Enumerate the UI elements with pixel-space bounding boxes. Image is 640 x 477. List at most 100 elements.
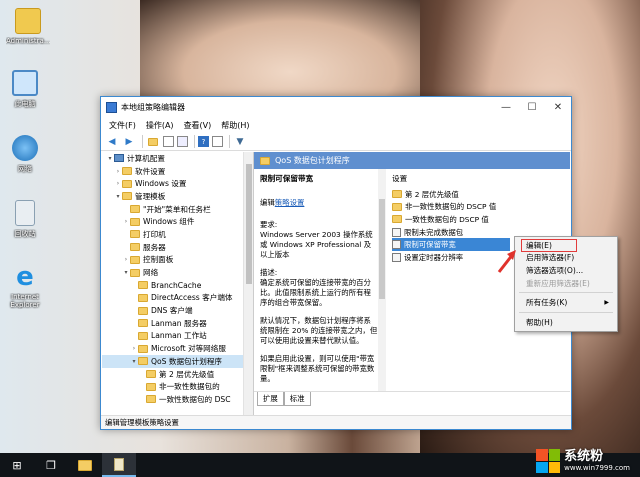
- policy-settings-link[interactable]: 策略设置: [275, 198, 305, 207]
- maximize-button[interactable]: ☐: [519, 97, 545, 117]
- context-menu-item[interactable]: 启用筛选器(F): [515, 252, 617, 265]
- tree-item[interactable]: DNS 客户端: [102, 304, 253, 317]
- tab-standard[interactable]: 标准: [283, 392, 311, 406]
- menu-action[interactable]: 操作(A): [141, 120, 179, 131]
- tree-item-label: DirectAccess 客户端体: [151, 293, 233, 303]
- up-folder-icon[interactable]: [146, 135, 160, 149]
- tree-item[interactable]: Lanman 服务器: [102, 317, 253, 330]
- expand-chevron-icon[interactable]: ›: [122, 256, 130, 263]
- collapse-chevron-icon[interactable]: ▾: [130, 358, 138, 365]
- filter-icon[interactable]: ▼: [233, 135, 247, 149]
- settings-list-item[interactable]: 非一致性数据包的 DSCP 值: [392, 201, 566, 214]
- tree-scrollbar-thumb[interactable]: [246, 164, 252, 284]
- desktop-icon-recycle-bin[interactable]: 回收站: [3, 200, 47, 239]
- tab-extended[interactable]: 扩展: [257, 392, 284, 406]
- tree-item[interactable]: › 软件设置: [102, 165, 253, 178]
- context-menu-item-label: 筛选器选项(O)...: [526, 265, 584, 275]
- settings-list-item[interactable]: 一致性数据包的 DSCP 值: [392, 213, 566, 226]
- settings-list-item[interactable]: 第 2 层优先级值: [392, 188, 566, 201]
- export-list-icon[interactable]: [177, 136, 188, 147]
- menu-view[interactable]: 查看(V): [179, 120, 217, 131]
- main-panes: ▾ 计算机配置 › 软件设置 › Windows 设置 ▾ 管理模板 "开始"菜单和任务栏 › Wi…: [102, 152, 570, 416]
- tree-item[interactable]: "开始"菜单和任务栏: [102, 203, 253, 216]
- tree-item[interactable]: Lanman 工作站: [102, 330, 253, 343]
- tree-item[interactable]: 打印机: [102, 228, 253, 241]
- watermark-brand: 系统粉 www.win7999.com: [536, 449, 630, 473]
- description-scrollbar-thumb[interactable]: [379, 199, 385, 299]
- description-scrollbar[interactable]: [378, 169, 386, 391]
- tree-item-label: BranchCache: [151, 280, 202, 290]
- back-arrow-icon[interactable]: ◀: [105, 135, 119, 149]
- collapse-chevron-icon[interactable]: ▾: [114, 193, 122, 200]
- tree-item[interactable]: › Microsoft 对等网络服: [102, 342, 253, 355]
- tree-item[interactable]: 第 2 层优先级值: [102, 368, 253, 381]
- task-view-icon[interactable]: ❐: [34, 453, 68, 477]
- default-text: 默认情况下，数据包计划程序将系统限制在 20% 的连接带宽之内，但可以使用此设置…: [260, 316, 378, 345]
- show-hide-tree-icon[interactable]: [163, 136, 174, 147]
- folder-icon: [130, 217, 140, 226]
- menu-help[interactable]: 帮助(H): [216, 120, 254, 131]
- recycle-bin-icon: [15, 200, 35, 226]
- tree-item-label: 打印机: [143, 229, 166, 239]
- content-header-title: QoS 数据包计划程序: [275, 156, 350, 165]
- collapse-chevron-icon[interactable]: ▾: [106, 155, 114, 162]
- tree-item[interactable]: 非一致性数据包的: [102, 380, 253, 393]
- close-button[interactable]: ✕: [545, 97, 571, 117]
- expand-chevron-icon[interactable]: ›: [114, 168, 122, 175]
- desktop-icon-ie[interactable]: e Internet Explorer: [3, 264, 47, 309]
- menu-bar: 文件(F) 操作(A) 查看(V) 帮助(H): [101, 117, 571, 133]
- tree-item[interactable]: BranchCache: [102, 279, 253, 292]
- settings-list-item-label: 一致性数据包的 DSCP 值: [405, 214, 489, 224]
- tree-item[interactable]: 服务器: [102, 241, 253, 254]
- context-menu-item[interactable]: 编辑(E): [521, 239, 577, 252]
- expand-chevron-icon[interactable]: ›: [114, 180, 122, 187]
- desktop-icon-user[interactable]: Administra...: [6, 8, 50, 45]
- tree-item[interactable]: ▾ 计算机配置: [102, 152, 253, 165]
- settings-column-header[interactable]: 设置: [392, 173, 566, 184]
- status-text: 编辑管理模板策略设置: [105, 418, 179, 427]
- tree-item[interactable]: ▾ 管理模板: [102, 190, 253, 203]
- menu-separator: [519, 311, 613, 313]
- forward-arrow-icon[interactable]: ▶: [122, 135, 136, 149]
- network-icon: [12, 135, 38, 161]
- context-menu-item: 重新应用筛选器(E): [515, 277, 617, 290]
- collapse-chevron-icon[interactable]: ▾: [122, 269, 130, 276]
- computer-icon: [12, 70, 38, 96]
- tree-scrollbar[interactable]: [243, 152, 253, 416]
- properties-icon[interactable]: [212, 136, 223, 147]
- title-bar[interactable]: 本地组策略编辑器 — ☐ ✕: [101, 97, 571, 117]
- folder-icon: [130, 255, 140, 264]
- tree-item[interactable]: DirectAccess 客户端体: [102, 292, 253, 305]
- tree-item[interactable]: › 控制面板: [102, 254, 253, 267]
- tree-item[interactable]: › Windows 设置: [102, 177, 253, 190]
- tree-item[interactable]: ▾ 网络: [102, 266, 253, 279]
- tree-item-label: 网络: [143, 268, 159, 278]
- expand-chevron-icon[interactable]: ›: [122, 218, 130, 225]
- tree-item[interactable]: 一致性数据包的 DSC: [102, 393, 253, 406]
- context-menu-item[interactable]: 帮助(H): [515, 316, 617, 329]
- folder-icon: [138, 331, 148, 340]
- menu-separator: [519, 292, 613, 294]
- file-explorer-icon[interactable]: [68, 453, 102, 477]
- folder-icon: [138, 306, 148, 315]
- expand-chevron-icon[interactable]: ›: [130, 345, 138, 352]
- toolbar: ◀ ▶ ? ▼: [101, 133, 571, 151]
- tree-item-label: 控制面板: [143, 255, 174, 265]
- minimize-button[interactable]: —: [493, 97, 519, 117]
- context-menu-item[interactable]: 所有任务(K) ▶: [515, 296, 617, 309]
- taskbar-gpedit-app[interactable]: [102, 453, 136, 477]
- internet-explorer-icon: e: [16, 262, 34, 292]
- desktop-icon-network[interactable]: 网络: [3, 135, 47, 174]
- menu-file[interactable]: 文件(F): [104, 120, 141, 131]
- tree-item[interactable]: › Windows 组件: [102, 215, 253, 228]
- tree-item[interactable]: ▾ QoS 数据包计划程序: [102, 355, 253, 368]
- folder-icon: [260, 156, 270, 165]
- folder-icon: [122, 167, 132, 176]
- start-button[interactable]: ⊞: [0, 453, 34, 477]
- help-icon[interactable]: ?: [198, 136, 209, 147]
- tree-item-label: 非一致性数据包的: [159, 382, 220, 392]
- settings-list-item[interactable]: 限制可保留带宽: [392, 238, 510, 251]
- desktop-icon-this-pc[interactable]: 此电脑: [3, 70, 47, 109]
- tree-item-label: DNS 客户端: [151, 306, 193, 316]
- context-menu-item[interactable]: 筛选器选项(O)...: [515, 264, 617, 277]
